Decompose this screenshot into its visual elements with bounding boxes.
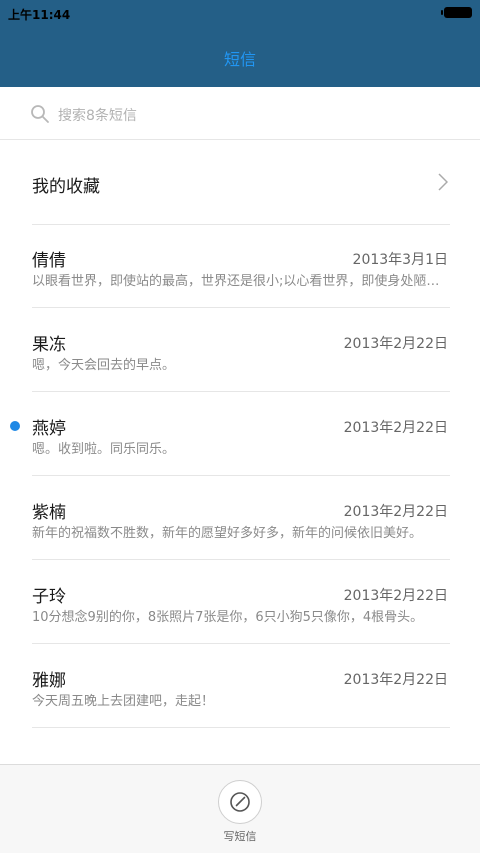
sms-screen: 上午11:44 短信 搜索8条短信 我的收藏 倩倩 2013年3月1日 以眼看世…	[0, 0, 480, 853]
search-icon	[31, 105, 49, 123]
favorites-entry[interactable]: 我的收藏	[32, 140, 450, 225]
message-preview: 新年的祝福数不胜数，新年的愿望好多好多，新年的问候依旧美好。	[32, 526, 423, 541]
compose-button[interactable]	[218, 780, 262, 824]
message-row[interactable]: 子玲 2013年2月22日 10分想念9别的你，8张照片7张是你，6只小狗5只像…	[32, 560, 450, 644]
message-row[interactable]: 倩倩 2013年3月1日 以眼看世界，即使站的最高，世界还是很小;以心看世界，即…	[32, 224, 450, 308]
message-date: 2013年2月22日	[343, 504, 448, 520]
contact-name: 燕婷	[32, 419, 66, 439]
message-date: 2013年2月22日	[343, 420, 448, 436]
contact-name: 子玲	[32, 587, 66, 607]
contact-name: 紫楠	[32, 503, 66, 523]
search-input[interactable]: 搜索8条短信	[58, 105, 137, 125]
bottom-bar: 写短信	[0, 764, 480, 853]
favorites-label: 我的收藏	[32, 177, 100, 197]
contact-name: 雅娜	[32, 671, 66, 691]
page-title: 短信	[223, 50, 256, 69]
contact-name: 果冻	[32, 335, 66, 355]
message-list: 倩倩 2013年3月1日 以眼看世界，即使站的最高，世界还是很小;以心看世界，即…	[0, 224, 480, 728]
message-preview: 10分想念9别的你，8张照片7张是你，6只小狗5只像你，4根骨头。	[32, 610, 424, 625]
message-row[interactable]: 紫楠 2013年2月22日 新年的祝福数不胜数，新年的愿望好多好多，新年的问候依…	[32, 476, 450, 560]
message-preview: 嗯。收到啦。同乐同乐。	[32, 442, 176, 457]
message-preview: 今天周五晚上去团建吧，走起！	[32, 694, 215, 709]
message-date: 2013年2月22日	[343, 588, 448, 604]
unread-dot-icon	[10, 421, 20, 431]
message-date: 2013年3月1日	[352, 252, 448, 268]
top-bar: 上午11:44 短信	[0, 0, 480, 87]
chevron-right-icon	[438, 173, 448, 191]
message-row[interactable]: 燕婷 2013年2月22日 嗯。收到啦。同乐同乐。	[10, 392, 450, 476]
compose-icon	[230, 792, 250, 812]
message-preview: 嗯，今天会回去的早点。	[32, 358, 176, 373]
battery-icon	[441, 7, 472, 18]
message-row[interactable]: 果冻 2013年2月22日 嗯，今天会回去的早点。	[32, 308, 450, 392]
message-date: 2013年2月22日	[343, 672, 448, 688]
search-bar[interactable]: 搜索8条短信	[0, 87, 480, 140]
message-preview: 以眼看世界，即使站的最高，世界还是很小;以心看世界，即使身处陋室，世界依旧很大。	[32, 274, 448, 289]
message-row[interactable]: 雅娜 2013年2月22日 今天周五晚上去团建吧，走起！	[32, 644, 450, 728]
contact-name: 倩倩	[32, 251, 66, 271]
message-date: 2013年2月22日	[343, 336, 448, 352]
compose-label: 写短信	[223, 830, 257, 843]
status-time: 上午11:44	[8, 8, 71, 22]
